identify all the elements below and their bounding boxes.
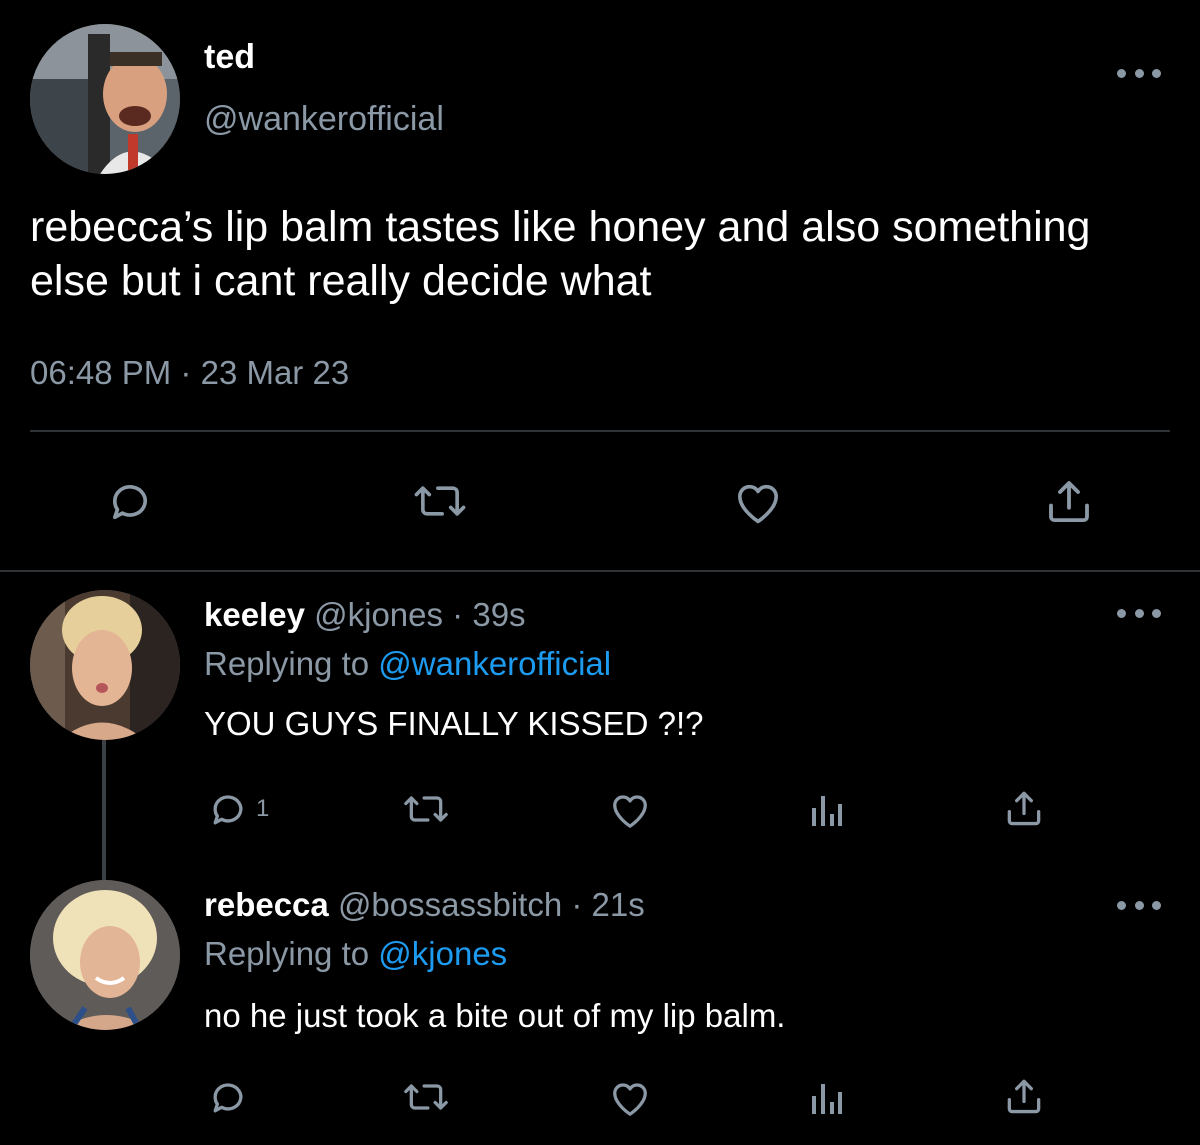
avatar-photo-icon [30, 590, 180, 740]
replying-to-label: Replying to [204, 935, 370, 972]
reply-age: 21s [591, 886, 645, 923]
retweet-icon [414, 486, 466, 516]
like-icon [613, 795, 647, 828]
reply-button[interactable] [104, 475, 156, 527]
retweet-button[interactable] [400, 787, 452, 831]
replying-to: Replying to @wankerofficial [204, 645, 611, 683]
like-icon [613, 1083, 647, 1116]
reply-icon [112, 485, 147, 520]
tweet-date: 23 Mar 23 [200, 354, 350, 391]
avatar-photo-icon [30, 880, 180, 1030]
reply-icon [213, 1083, 243, 1113]
author-handle[interactable]: @wankerofficial [204, 100, 444, 139]
thread-line [102, 740, 106, 880]
retweet-icon [404, 1084, 448, 1110]
reply-button[interactable] [206, 1075, 250, 1119]
reply-text: YOU GUYS FINALLY KISSED ?!? [204, 705, 704, 742]
share-button[interactable] [1002, 786, 1046, 830]
reply-author-name[interactable]: keeley [204, 596, 305, 633]
analytics-icon [812, 796, 842, 826]
replying-to-link[interactable]: @wankerofficial [378, 645, 611, 682]
avatar-photo-icon [30, 24, 180, 174]
reply-count: 1 [256, 795, 270, 822]
retweet-icon [404, 796, 448, 822]
reply-text: no he just took a bite out of my lip bal… [204, 997, 786, 1034]
replying-to: Replying to @kjones [204, 935, 507, 973]
like-icon [737, 484, 779, 524]
header-separator: · [571, 886, 583, 923]
reply-button[interactable]: 1 [206, 787, 269, 831]
reply-author-handle[interactable]: @bossassbitch [338, 886, 562, 923]
retweet-button[interactable] [400, 1075, 452, 1119]
like-button[interactable] [606, 788, 654, 830]
tweet-time: 06:48 PM [30, 354, 172, 391]
reply-age: 39s [472, 596, 526, 633]
divider [30, 430, 1170, 432]
like-button[interactable] [730, 476, 786, 526]
share-button[interactable] [1002, 1074, 1046, 1118]
author-name[interactable]: ted [204, 38, 255, 77]
analytics-icon [812, 1084, 842, 1114]
timestamp-separator: · [180, 354, 192, 391]
reply-icon [213, 795, 243, 825]
replying-to-link[interactable]: @kjones [378, 935, 507, 972]
avatar[interactable] [30, 880, 180, 1030]
header-separator: · [452, 596, 464, 633]
retweet-button[interactable] [410, 475, 470, 527]
share-icon [1049, 481, 1089, 523]
share-button[interactable] [1042, 474, 1096, 528]
section-divider [0, 570, 1200, 572]
avatar[interactable] [30, 590, 180, 740]
analytics-button[interactable] [806, 790, 846, 830]
replying-to-label: Replying to [204, 645, 370, 682]
main-tweet: ted @wankerofficial rebecca’s lip balm t… [0, 0, 1200, 570]
more-options-icon[interactable] [1117, 895, 1161, 915]
tweet-text: rebecca’s lip balm tastes like honey and… [30, 203, 1091, 305]
tweet-timestamp: 06:48 PM · 23 Mar 23 [30, 354, 349, 392]
share-icon [1007, 791, 1041, 826]
more-options-icon[interactable] [1117, 63, 1161, 83]
reply-header: rebecca @bossassbitch · 21s [204, 886, 645, 924]
reply-author-handle[interactable]: @kjones [314, 596, 443, 633]
analytics-button[interactable] [806, 1078, 846, 1118]
like-button[interactable] [606, 1076, 654, 1118]
more-options-icon[interactable] [1117, 603, 1161, 623]
share-icon [1007, 1079, 1041, 1114]
reply-header: keeley @kjones · 39s [204, 596, 526, 634]
reply-author-name[interactable]: rebecca [204, 886, 329, 923]
avatar[interactable] [30, 24, 180, 174]
